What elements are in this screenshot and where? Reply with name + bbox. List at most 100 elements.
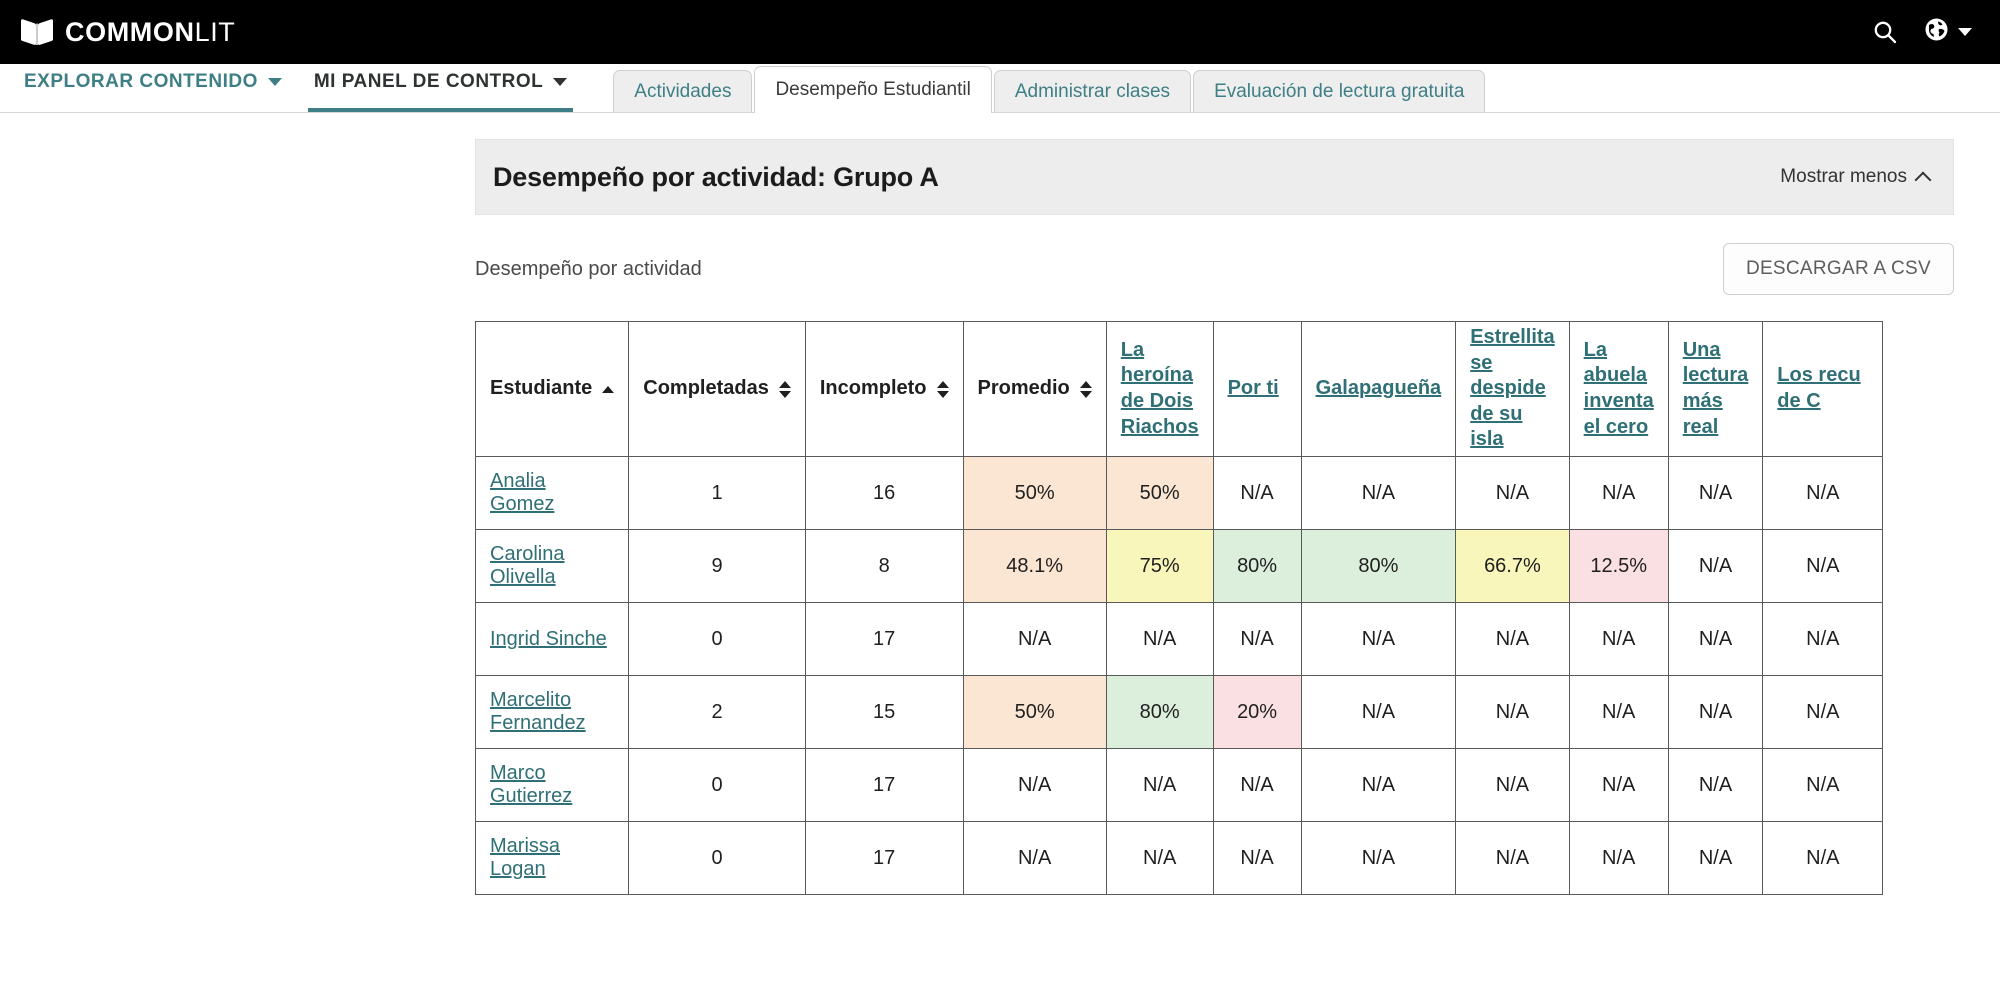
cell-activity-3: N/A <box>1300 602 1457 676</box>
chevron-down-icon <box>1958 28 1972 36</box>
cell-activity-5: N/A <box>1568 821 1669 895</box>
cell-activity-5: N/A <box>1568 675 1669 749</box>
cell-activity-7: N/A <box>1762 456 1884 530</box>
column-header-activity-7: Los recu de C <box>1762 321 1884 457</box>
activity-link-1[interactable]: La heroína de Dois Riachos <box>1121 339 1199 438</box>
student-link[interactable]: Ingrid Sinche <box>490 628 607 650</box>
activity-link-2[interactable]: Por ti <box>1228 377 1279 399</box>
commonlit-logo[interactable]: COMMONLIT <box>20 18 235 46</box>
language-selector[interactable] <box>1924 17 1972 47</box>
activity-link-4[interactable]: Estrellita se despide de su isla <box>1470 326 1554 450</box>
primary-nav-group: EXPLORAR CONTENIDO MI PANEL DE CONTROL <box>8 64 583 112</box>
sort-both-icon <box>1079 380 1092 398</box>
column-header-promedio-label: Promedio <box>977 377 1070 400</box>
nav-mi-panel-de-control[interactable]: MI PANEL DE CONTROL <box>298 64 583 112</box>
globe-icon <box>1924 17 1949 47</box>
column-header-promedio[interactable]: Promedio <box>962 321 1107 457</box>
cell-activity-1: N/A <box>1105 748 1214 822</box>
performance-table-scroll[interactable]: Estudiante Completadas Incompleto Promed… <box>475 321 2000 895</box>
cell-promedio: N/A <box>962 821 1107 895</box>
cell-activity-3: N/A <box>1300 748 1457 822</box>
cell-activity-1: 80% <box>1105 675 1214 749</box>
activity-link-5[interactable]: La abuela inventa el cero <box>1584 339 1654 438</box>
cell-activity-6: N/A <box>1667 456 1764 530</box>
cell-activity-3: N/A <box>1300 456 1457 530</box>
activity-link-3[interactable]: Galapagueña <box>1316 377 1442 399</box>
column-header-completadas-label: Completadas <box>643 377 769 400</box>
cell-activity-4: N/A <box>1455 821 1570 895</box>
cell-activity-5: N/A <box>1568 748 1669 822</box>
cell-activity-5: 12.5% <box>1568 529 1669 603</box>
table-row: Marco Gutierrez 0 17 N/A N/A N/A N/A N/A N/A N/A N… <box>475 748 1884 822</box>
table-row: Analia Gomez 1 16 50% 50% N/A N/A N/A N/A N/A N/A <box>475 456 1884 530</box>
tab-evaluacion-lectura-gratuita[interactable]: Evaluación de lectura gratuita <box>1193 70 1486 112</box>
table-row: Ingrid Sinche 0 17 N/A N/A N/A N/A N/A N/A N/A N/A <box>475 602 1884 676</box>
search-icon[interactable] <box>1872 19 1898 45</box>
page-title: Desempeño por actividad: Grupo A <box>493 161 939 192</box>
tab-administrar-clases[interactable]: Administrar clases <box>993 70 1192 112</box>
cell-activity-7: N/A <box>1762 821 1884 895</box>
cell-student-name: Carolina Olivella <box>475 529 630 603</box>
cell-completadas: 0 <box>628 748 806 822</box>
cell-promedio: 50% <box>962 675 1107 749</box>
student-link[interactable]: Marissa Logan <box>490 835 560 880</box>
download-csv-button[interactable]: DESCARGAR A CSV <box>1722 243 1954 295</box>
tab-desempeno-estudiantil-label: Desempeño Estudiantil <box>775 78 971 100</box>
cell-student-name: Ingrid Sinche <box>475 602 630 676</box>
cell-activity-3: 80% <box>1300 529 1457 603</box>
table-header-row: Estudiante Completadas Incompleto Promed… <box>475 321 1884 457</box>
column-header-estudiante-label: Estudiante <box>490 377 593 400</box>
cell-incompleto: 17 <box>804 602 964 676</box>
column-header-completadas[interactable]: Completadas <box>628 321 806 457</box>
cell-activity-4: N/A <box>1455 675 1570 749</box>
cell-promedio: N/A <box>962 602 1107 676</box>
cell-student-name: Marcelito Fernandez <box>475 675 630 749</box>
column-header-activity-3: Galapagueña <box>1300 321 1457 457</box>
cell-completadas: 0 <box>628 821 806 895</box>
activity-link-7[interactable]: Los recu de C <box>1777 364 1860 412</box>
cell-completadas: 1 <box>628 456 806 530</box>
cell-activity-4: N/A <box>1455 748 1570 822</box>
show-less-toggle[interactable]: Mostrar menos <box>1780 166 1932 188</box>
cell-activity-4: N/A <box>1455 456 1570 530</box>
open-book-icon <box>20 18 54 46</box>
cell-activity-6: N/A <box>1667 675 1764 749</box>
tab-evaluacion-lectura-gratuita-label: Evaluación de lectura gratuita <box>1214 80 1465 102</box>
column-header-incompleto[interactable]: Incompleto <box>804 321 964 457</box>
student-link[interactable]: Analia Gomez <box>490 470 554 515</box>
column-header-activity-4: Estrellita se despide de su isla <box>1455 321 1570 457</box>
cell-activity-4: N/A <box>1455 602 1570 676</box>
dashboard-tabstrip: Actividades Desempeño Estudiantil Admini… <box>613 64 1486 113</box>
chevron-down-icon <box>267 77 282 86</box>
nav-explorar-contenido[interactable]: EXPLORAR CONTENIDO <box>8 64 298 112</box>
tab-desempeno-estudiantil[interactable]: Desempeño Estudiantil <box>754 66 992 113</box>
cell-activity-5: N/A <box>1568 456 1669 530</box>
sort-both-icon <box>936 380 949 398</box>
cell-activity-5: N/A <box>1568 602 1669 676</box>
cell-incompleto: 8 <box>804 529 964 603</box>
cell-activity-4: 66.7% <box>1455 529 1570 603</box>
student-link[interactable]: Marcelito Fernandez <box>490 689 586 734</box>
student-link[interactable]: Marco Gutierrez <box>490 762 572 807</box>
cell-activity-2: N/A <box>1212 456 1302 530</box>
cell-activity-7: N/A <box>1762 675 1884 749</box>
cell-student-name: Analia Gomez <box>475 456 630 530</box>
column-header-estudiante[interactable]: Estudiante <box>475 321 630 457</box>
main-navigation: EXPLORAR CONTENIDO MI PANEL DE CONTROL A… <box>0 64 2000 113</box>
cell-promedio: 48.1% <box>962 529 1107 603</box>
performance-panel: Desempeño por actividad: Grupo A Mostrar… <box>475 113 2000 895</box>
cell-activity-1: N/A <box>1105 821 1214 895</box>
panel-subbar: Desempeño por actividad DESCARGAR A CSV <box>475 243 1954 295</box>
chevron-up-icon <box>1914 171 1932 188</box>
student-link[interactable]: Carolina Olivella <box>490 543 564 588</box>
cell-activity-2: N/A <box>1212 602 1302 676</box>
cell-incompleto: 17 <box>804 821 964 895</box>
cell-incompleto: 15 <box>804 675 964 749</box>
table-row: Carolina Olivella 9 8 48.1% 75% 80% 80% 66.7% 12… <box>475 529 1884 603</box>
cell-promedio: N/A <box>962 748 1107 822</box>
tab-actividades[interactable]: Actividades <box>613 70 753 112</box>
activity-link-6[interactable]: Una lectura más real <box>1683 339 1749 438</box>
page-content: Desempeño por actividad: Grupo A Mostrar… <box>0 113 2000 984</box>
nav-explorar-contenido-label: EXPLORAR CONTENIDO <box>24 71 258 92</box>
column-header-activity-5: La abuela inventa el cero <box>1568 321 1669 457</box>
